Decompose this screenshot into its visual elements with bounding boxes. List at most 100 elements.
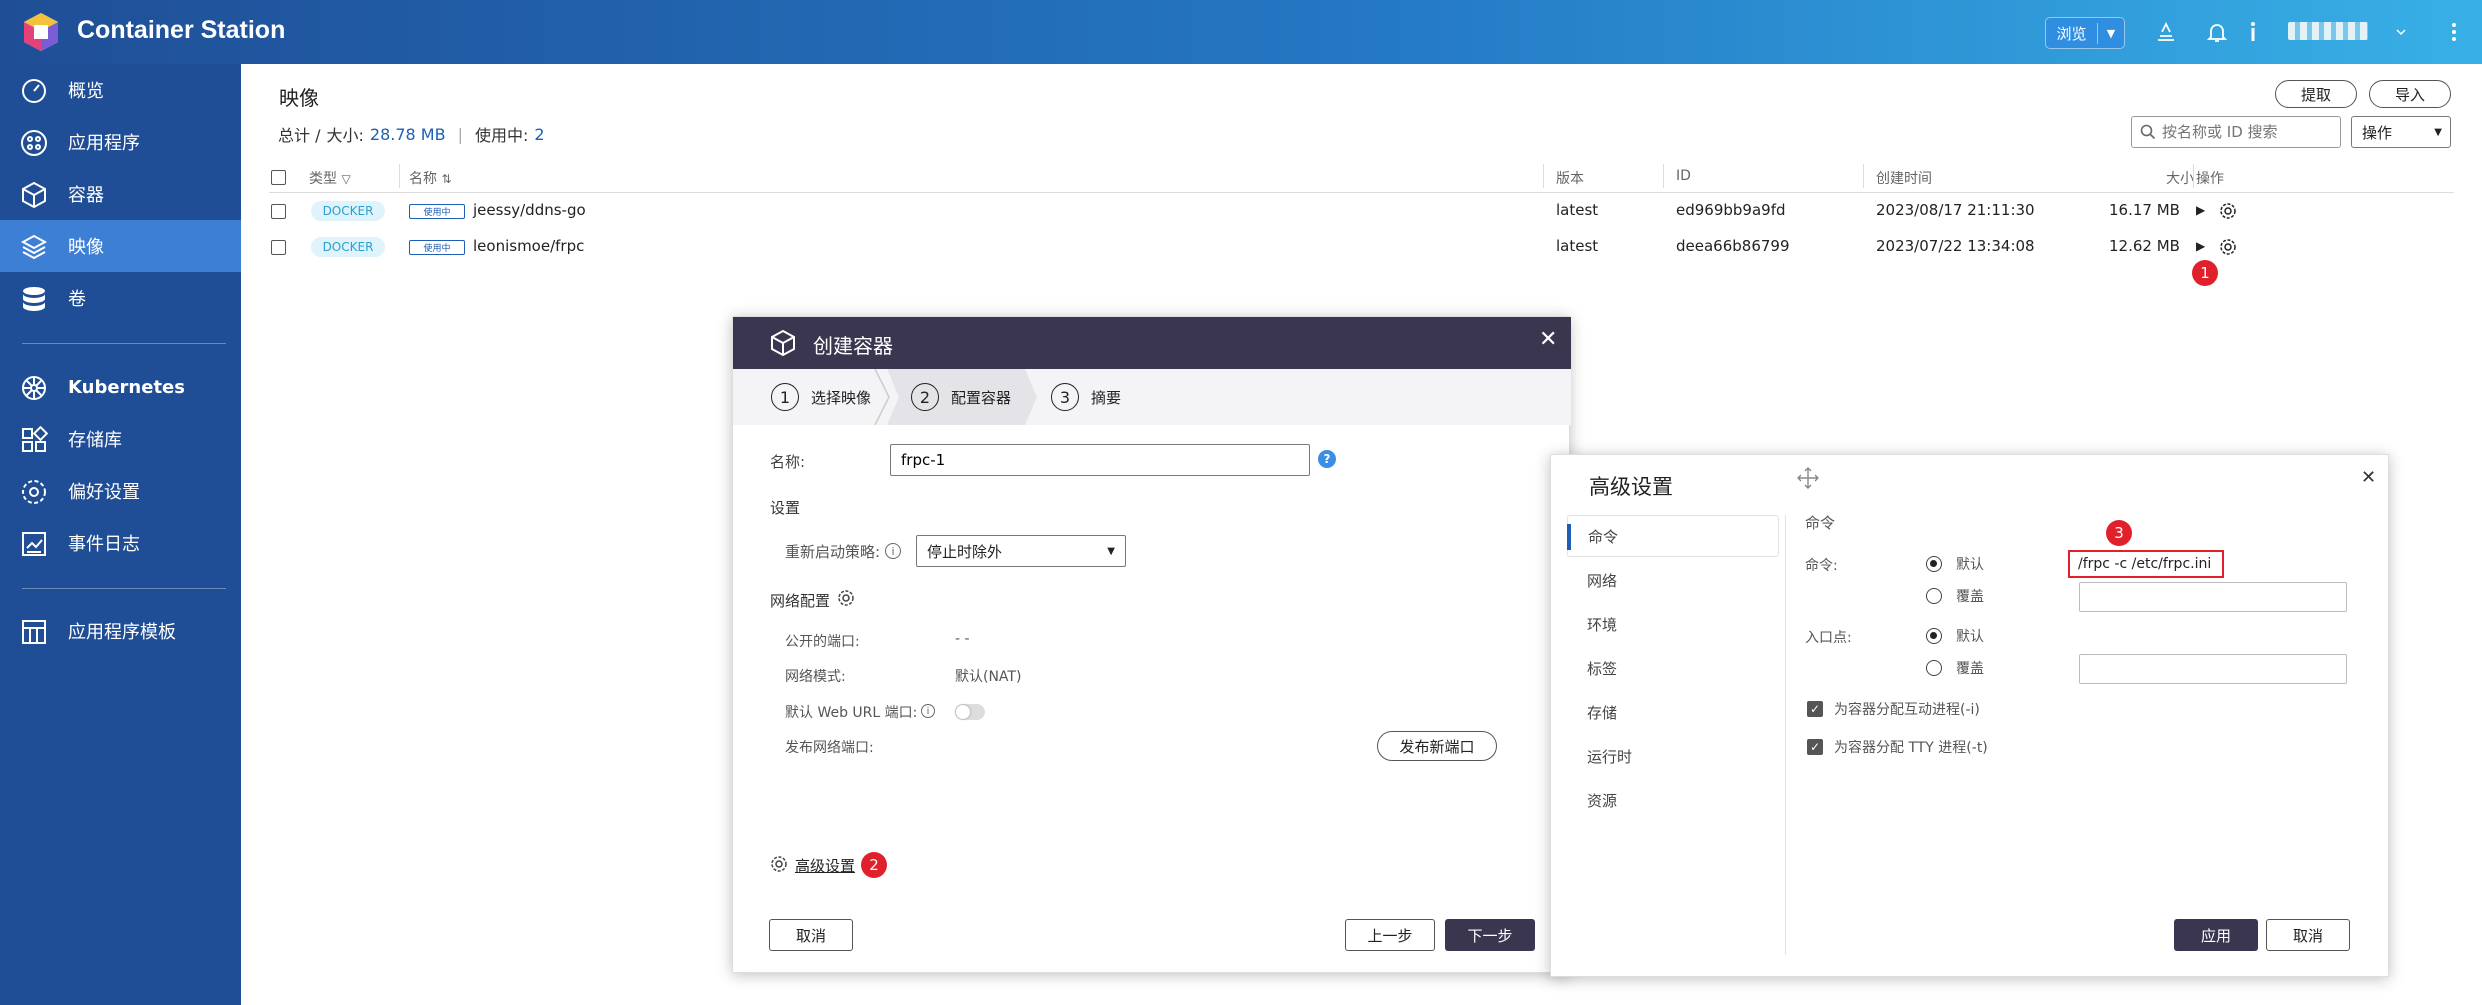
adv-nav-runtime[interactable]: 运行时 (1567, 735, 1779, 777)
annotation-badge: 2 (861, 852, 887, 878)
command-default-radio[interactable] (1926, 556, 1942, 572)
network-mode-label: 网络模式: (785, 669, 846, 685)
step-label: 选择映像 (811, 388, 872, 407)
sidebar-item-registry[interactable]: 存储库 (0, 413, 241, 465)
image-id: ed969bb9a9fd (1676, 201, 1786, 219)
image-name[interactable]: jeessy/ddns-go (473, 201, 586, 219)
sidebar-item-overview[interactable]: 概览 (0, 64, 241, 116)
advanced-settings-link[interactable]: 高级设置 (795, 855, 855, 876)
bell-icon[interactable] (2205, 20, 2229, 44)
adv-nav-resources[interactable]: 资源 (1567, 779, 1779, 821)
sidebar: 概览 应用程序 容器 映像 卷 Kubernetes 存储库 偏好设置 事件日志… (0, 64, 241, 1005)
play-icon[interactable]: ▶ (2196, 239, 2205, 253)
sidebar-item-kubernetes[interactable]: Kubernetes (0, 361, 241, 413)
sidebar-item-apps[interactable]: 应用程序 (0, 116, 241, 168)
close-icon[interactable]: ✕ (1539, 327, 1557, 352)
settings-heading: 设置 (770, 499, 801, 517)
entrypoint-default-radio[interactable] (1926, 628, 1942, 644)
restart-policy-select[interactable]: 停止时除外 ▼ (916, 535, 1126, 567)
publish-new-port-button[interactable]: 发布新端口 (1377, 731, 1497, 761)
chevron-down-icon[interactable]: ▼ (2098, 27, 2124, 40)
entrypoint-override-input[interactable] (2079, 654, 2347, 684)
info-icon[interactable] (2248, 20, 2258, 44)
more-options-icon[interactable] (2450, 20, 2458, 44)
gear-icon[interactable] (837, 589, 855, 607)
col-id-header[interactable]: ID (1676, 168, 1691, 184)
image-name[interactable]: leonismoe/frpc (473, 237, 584, 255)
col-type-label: 类型 (309, 171, 337, 187)
help-icon[interactable]: ? (1318, 450, 1336, 468)
step-label: 配置容器 (951, 388, 1012, 407)
col-version-header[interactable]: 版本 (1556, 168, 1584, 188)
actions-dropdown[interactable]: 操作 ▼ (2351, 116, 2451, 148)
step-select-image[interactable]: 1 选择映像 (771, 369, 871, 425)
stack-icon[interactable] (2154, 20, 2178, 44)
step-configure-container[interactable]: 2 配置容器 (911, 369, 1011, 425)
user-dropdown-icon[interactable] (2393, 24, 2409, 40)
command-override-radio[interactable] (1926, 588, 1942, 604)
web-url-port-toggle[interactable] (955, 704, 985, 720)
pull-button[interactable]: 提取 (2275, 80, 2357, 108)
adv-nav-network[interactable]: 网络 (1567, 559, 1779, 601)
entrypoint-override-label: 覆盖 (1956, 661, 1984, 677)
select-all-checkbox[interactable] (271, 170, 286, 185)
adv-nav-labels[interactable]: 标签 (1567, 647, 1779, 689)
column-divider[interactable] (399, 164, 400, 188)
adv-nav-environment[interactable]: 环境 (1567, 603, 1779, 645)
col-type-header[interactable]: 类型 ▽ (309, 168, 351, 188)
interactive-checkbox[interactable]: ✓ (1807, 701, 1823, 717)
gear-icon[interactable] (2219, 202, 2237, 220)
info-icon[interactable]: i (885, 543, 901, 559)
user-avatar[interactable] (2288, 22, 2368, 40)
image-created: 2023/08/17 21:11:30 (1876, 201, 2035, 219)
info-icon[interactable]: i (921, 704, 935, 718)
image-version: latest (1556, 201, 1599, 219)
previous-button[interactable]: 上一步 (1345, 919, 1435, 951)
step-summary[interactable]: 3 摘要 (1051, 369, 1121, 425)
filter-icon[interactable]: ▽ (341, 172, 350, 186)
move-icon[interactable] (1797, 467, 1819, 489)
sidebar-item-images[interactable]: 映像 (0, 220, 241, 272)
sidebar-item-label: 应用程序 (68, 133, 140, 154)
row-checkbox[interactable] (271, 240, 286, 255)
column-divider[interactable] (1863, 164, 1864, 188)
container-name-input[interactable] (890, 444, 1310, 476)
column-divider[interactable] (1663, 164, 1664, 188)
sidebar-item-app-templates[interactable]: 应用程序模板 (0, 605, 241, 657)
search-box[interactable] (2131, 116, 2341, 148)
sidebar-item-preferences[interactable]: 偏好设置 (0, 465, 241, 517)
entrypoint-override-radio[interactable] (1926, 660, 1942, 676)
dialog-header: 创建容器 ✕ (733, 317, 1571, 369)
status-badge: 使用中 (409, 240, 465, 255)
sidebar-item-label: 容器 (68, 185, 104, 206)
col-size-header[interactable]: 大小 (2166, 168, 2194, 188)
image-version: latest (1556, 237, 1599, 255)
col-name-header[interactable]: 名称 ⇅ (409, 168, 452, 188)
gear-icon[interactable] (2219, 238, 2237, 256)
close-icon[interactable]: ✕ (2361, 467, 2376, 488)
column-divider[interactable] (2193, 164, 2194, 188)
gear-icon[interactable] (770, 855, 788, 873)
command-default-label: 默认 (1956, 557, 1984, 573)
column-divider[interactable] (1543, 164, 1544, 188)
row-checkbox[interactable] (271, 204, 286, 219)
browse-button[interactable]: 浏览 ▼ (2045, 17, 2125, 49)
cancel-button[interactable]: 取消 (769, 919, 853, 951)
sidebar-item-label: 映像 (68, 237, 104, 258)
next-button[interactable]: 下一步 (1445, 919, 1535, 951)
command-override-input[interactable] (2079, 582, 2347, 612)
adv-nav-storage[interactable]: 存储 (1567, 691, 1779, 733)
sort-icon[interactable]: ⇅ (441, 172, 451, 186)
import-button[interactable]: 导入 (2369, 80, 2451, 108)
tty-checkbox[interactable]: ✓ (1807, 739, 1823, 755)
search-input[interactable] (2162, 123, 2332, 141)
col-created-header[interactable]: 创建时间 (1876, 168, 1932, 188)
template-icon (22, 620, 46, 644)
adv-nav-command[interactable]: 命令 (1567, 515, 1779, 557)
sidebar-item-volumes[interactable]: 卷 (0, 272, 241, 324)
apply-button[interactable]: 应用 (2174, 919, 2258, 951)
sidebar-item-event-log[interactable]: 事件日志 (0, 517, 241, 569)
sidebar-item-containers[interactable]: 容器 (0, 168, 241, 220)
cancel-button[interactable]: 取消 (2266, 919, 2350, 951)
play-icon[interactable]: ▶ (2196, 203, 2205, 217)
